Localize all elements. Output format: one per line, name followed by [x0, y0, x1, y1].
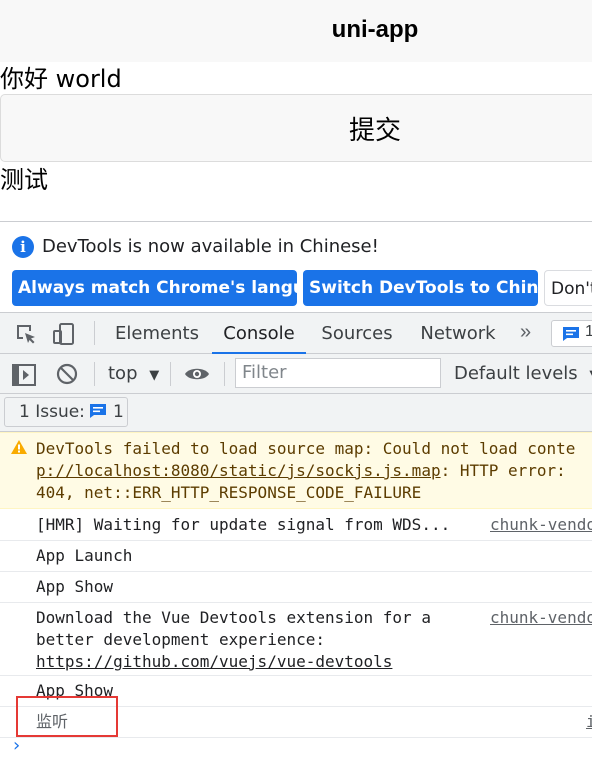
console-messages: DevTools failed to load source map: Coul…: [0, 432, 592, 770]
console-log-row: [HMR] Waiting for update signal from WDS…: [0, 510, 592, 541]
tab-console[interactable]: Console: [212, 313, 306, 354]
app-navbar: uni-app: [0, 0, 592, 62]
issues-count: 1: [113, 402, 124, 422]
always-match-language-button[interactable]: Always match Chrome's language: [12, 270, 340, 306]
filter-input[interactable]: Filter: [235, 358, 441, 388]
console-log-row: App Show: [0, 676, 592, 707]
issues-bar: 1 Issue: 1: [0, 394, 592, 432]
issues-counter-chip[interactable]: 1: [551, 320, 592, 347]
issues-chip-count: 1: [585, 323, 592, 340]
toolbar-divider: [224, 362, 225, 386]
toolbar-divider: [170, 362, 171, 386]
context-selector[interactable]: top ▼: [108, 362, 159, 388]
clear-console-icon[interactable]: [56, 363, 78, 385]
warning-line-1: DevTools failed to load source map: Coul…: [36, 439, 576, 458]
log-levels-value: Default levels: [454, 363, 578, 384]
log-text: App Show: [36, 681, 114, 700]
log-line-1: Download the Vue Devtools extension for …: [36, 608, 431, 627]
console-warning: DevTools failed to load source map: Coul…: [0, 432, 592, 509]
warning-line-2-rest: : HTTP error:: [440, 461, 566, 480]
page-title: uni-app: [331, 16, 419, 43]
log-line-2: better development experience:: [36, 630, 325, 649]
warning-line-2: p://localhost:8080/static/js/sockjs.js.m…: [36, 460, 566, 482]
message-icon: [90, 404, 106, 418]
log-text: App Launch: [36, 546, 133, 565]
greeting-text: 你好 world: [0, 65, 122, 93]
source-link[interactable]: chunk-vendo: [490, 607, 592, 629]
issues-button[interactable]: 1 Issue: 1: [4, 397, 128, 427]
source-link[interactable]: i: [586, 711, 592, 733]
eye-icon[interactable]: [184, 366, 210, 382]
toolbar-divider: [94, 321, 95, 345]
toolbar-divider: [94, 362, 95, 386]
device-toolbar-icon[interactable]: [52, 322, 76, 346]
chevron-down-icon: ▼: [149, 368, 160, 383]
console-prompt-chevron-icon[interactable]: ›: [13, 735, 20, 756]
test-text: 测试: [0, 166, 48, 194]
console-log-row: App Launch: [0, 541, 592, 572]
info-icon: i: [12, 236, 34, 258]
console-log-row: Download the Vue Devtools extension for …: [0, 603, 592, 676]
submit-button[interactable]: 提交: [0, 94, 592, 162]
devtools-tab-bar: Elements Console Sources Network » 1: [0, 312, 592, 354]
log-text: [HMR] Waiting for update signal from WDS…: [36, 515, 451, 534]
infobar-message: DevTools is now available in Chinese!: [42, 236, 379, 257]
issues-label: 1 Issue:: [19, 402, 85, 422]
inspect-element-icon[interactable]: [14, 322, 38, 346]
language-infobar: i DevTools is now available in Chinese! …: [0, 222, 592, 312]
console-log-row: 监听 i: [0, 707, 592, 738]
log-text: 监听: [36, 712, 69, 731]
source-map-link[interactable]: p://localhost:8080/static/js/sockjs.js.m…: [36, 461, 441, 480]
console-log-row: App Show: [0, 572, 592, 603]
tab-network[interactable]: Network: [416, 313, 500, 354]
message-icon: [563, 327, 579, 341]
source-link[interactable]: chunk-vendo: [490, 514, 592, 536]
show-sidebar-icon[interactable]: [12, 364, 36, 386]
dont-show-again-button[interactable]: Don't: [544, 270, 592, 306]
warning-icon: [11, 440, 27, 454]
switch-to-chinese-button[interactable]: Switch DevTools to Chinese: [303, 270, 572, 306]
context-value: top: [108, 363, 138, 384]
tab-elements[interactable]: Elements: [112, 313, 202, 354]
warning-line-3: 404, net::ERR_HTTP_RESPONSE_CODE_FAILURE: [36, 483, 422, 502]
console-toolbar: top ▼ Filter Default levels ▼: [0, 354, 592, 394]
log-text: App Show: [36, 577, 114, 596]
devtools-panel: i DevTools is now available in Chinese! …: [0, 221, 592, 770]
log-levels-dropdown[interactable]: Default levels ▼: [454, 362, 592, 388]
vue-devtools-link[interactable]: https://github.com/vuejs/vue-devtools: [36, 651, 392, 673]
tab-sources[interactable]: Sources: [318, 313, 396, 354]
more-tabs-button[interactable]: »: [520, 321, 531, 344]
